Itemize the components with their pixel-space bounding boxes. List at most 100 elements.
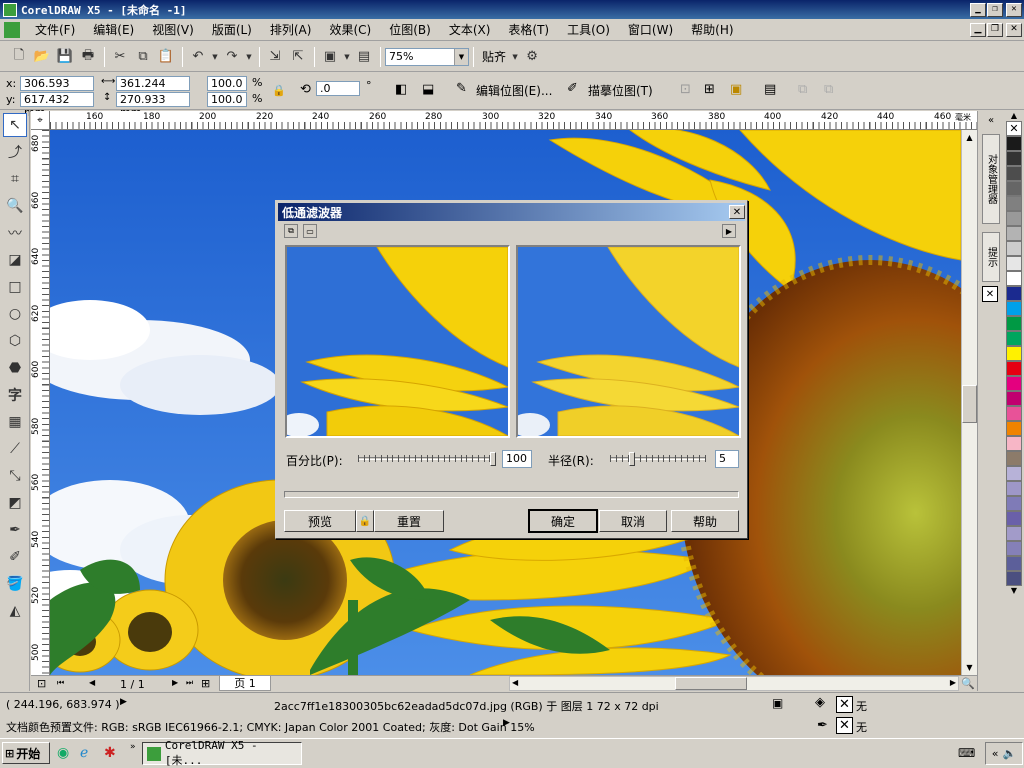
auto-preview-lock-icon[interactable]: 🔒	[356, 510, 374, 532]
scroll-down-icon[interactable]: ▼	[962, 660, 977, 675]
menu-bitmaps[interactable]: 位图(B)	[380, 21, 440, 38]
color-swatch[interactable]	[1006, 451, 1022, 466]
doc-close-button[interactable]: ✕	[1006, 22, 1022, 37]
paste-icon[interactable]: 📋	[155, 46, 177, 68]
table-tool-icon[interactable]: ▦	[3, 410, 27, 434]
navigator-zoom-icon[interactable]: 🔍	[961, 677, 975, 690]
blend-tool-icon[interactable]: ◩	[3, 491, 27, 515]
radius-slider[interactable]	[610, 452, 706, 466]
close-docker-icon[interactable]: ✕	[982, 286, 998, 302]
quicklaunch-icon[interactable]: ✱	[104, 745, 116, 761]
redo-icon[interactable]: ↷	[221, 46, 243, 68]
color-swatch[interactable]	[1006, 511, 1022, 526]
color-swatch[interactable]	[1006, 181, 1022, 196]
zoom-tool-icon[interactable]: 🔍	[3, 194, 27, 218]
crop-tool-icon[interactable]: ⌗	[3, 167, 27, 191]
welcome-screen-icon[interactable]: ▤	[353, 46, 375, 68]
mirror-horizontal-icon[interactable]: ◧	[395, 82, 407, 97]
doc-restore-button[interactable]: ❐	[987, 22, 1003, 37]
y-position-field[interactable]: 617.432 mm	[20, 92, 94, 119]
color-swatch[interactable]	[1006, 376, 1022, 391]
percent-slider[interactable]	[358, 452, 496, 466]
hints-tab[interactable]: 提示	[982, 232, 1000, 282]
trace-bitmap-icon[interactable]: ✐	[567, 81, 578, 96]
radius-slider-thumb[interactable]	[629, 452, 635, 466]
height-field[interactable]: 270.933 mm	[116, 92, 190, 119]
speaker-icon[interactable]: 🔈	[1003, 747, 1017, 760]
menu-tools[interactable]: 工具(O)	[558, 21, 619, 38]
color-swatch[interactable]	[1006, 496, 1022, 511]
color-swatch[interactable]	[1006, 256, 1022, 271]
vertical-ruler[interactable]: 680 660 640 620 600 580 560 540 520 500	[31, 130, 50, 675]
edit-bitmap-button[interactable]: 编辑位图(E)...	[476, 82, 552, 99]
color-swatch[interactable]	[1006, 421, 1022, 436]
edit-bitmap-icon[interactable]: ✎	[456, 81, 467, 96]
menu-arrange[interactable]: 排列(A)	[261, 21, 321, 38]
color-swatch[interactable]	[1006, 571, 1022, 586]
close-button[interactable]: ✕	[1006, 2, 1022, 17]
redo-dropdown-icon[interactable]: ▼	[244, 46, 254, 68]
rotation-field[interactable]: .0	[316, 81, 360, 96]
expand-arrow-icon[interactable]: ▶	[722, 224, 736, 238]
interactive-fill-icon[interactable]: ◭	[3, 599, 27, 623]
rectangle-tool-icon[interactable]: □	[3, 275, 27, 299]
copy-icon[interactable]: ⧉	[132, 46, 154, 68]
color-swatch[interactable]	[1006, 196, 1022, 211]
last-page-icon[interactable]: ⏭	[186, 678, 193, 688]
bitmap-color-mask-icon[interactable]: ▣	[730, 82, 742, 97]
percent-input[interactable]: 100	[502, 450, 532, 468]
color-swatch[interactable]	[1006, 436, 1022, 451]
zoom-combo[interactable]: 75% ▼	[385, 47, 469, 66]
color-swatch[interactable]	[1006, 541, 1022, 556]
menu-edit[interactable]: 编辑(E)	[84, 21, 143, 38]
page-sorter-icon[interactable]: ⊡	[37, 677, 46, 690]
taskbar-coreldraw-button[interactable]: CorelDRAW X5 - [未...	[142, 739, 302, 767]
restore-button[interactable]: ❐	[987, 2, 1003, 17]
color-swatch[interactable]	[1006, 556, 1022, 571]
wrap-text-icon[interactable]: ▤	[764, 82, 776, 97]
scroll-right-icon[interactable]: ▶	[950, 678, 956, 687]
keyboard-icon[interactable]: ⌨	[958, 746, 975, 760]
x-position-field[interactable]: 306.593 mm	[20, 76, 94, 103]
color-swatch[interactable]	[1006, 241, 1022, 256]
document-icon[interactable]	[4, 21, 20, 38]
new-document-icon[interactable]: 🗋	[8, 46, 30, 68]
scroll-up-icon[interactable]: ▲	[962, 130, 977, 145]
width-field[interactable]: 361.244 mm	[116, 76, 190, 103]
freehand-tool-icon[interactable]: 〰	[3, 221, 27, 245]
color-swatch[interactable]	[1006, 406, 1022, 421]
mirror-vertical-icon[interactable]: ⬓	[422, 82, 434, 97]
menu-text[interactable]: 文本(X)	[440, 21, 500, 38]
cancel-button[interactable]: 取消	[599, 510, 667, 532]
scale-y-field[interactable]: 100.0	[207, 92, 247, 107]
print-icon[interactable]: 🖶	[77, 46, 99, 68]
color-swatch[interactable]	[1006, 151, 1022, 166]
object-manager-tab[interactable]: 对象管理器	[982, 134, 1000, 224]
color-swatch[interactable]	[1006, 526, 1022, 541]
menu-help[interactable]: 帮助(H)	[682, 21, 742, 38]
color-swatch[interactable]	[1006, 271, 1022, 286]
horizontal-scroll-thumb[interactable]	[675, 677, 747, 690]
snap-dropdown-icon[interactable]: ▼	[510, 46, 520, 68]
palette-scroll-down-icon[interactable]: ▼	[1004, 586, 1024, 595]
page-tab[interactable]: 页 1	[219, 676, 271, 691]
launcher-dropdown-icon[interactable]: ▼	[342, 46, 352, 68]
dimension-tool-icon[interactable]: ⟋	[3, 437, 27, 461]
undo-icon[interactable]: ↶	[187, 46, 209, 68]
open-folder-icon[interactable]: 📂	[31, 46, 53, 68]
horizontal-ruler[interactable]: 160 180 200 220 240 260 280 300 320 340 …	[50, 111, 977, 130]
scale-x-field[interactable]: 100.0	[207, 76, 247, 91]
smart-fill-icon[interactable]: ◪	[3, 248, 27, 272]
options-icon[interactable]: ⚙	[521, 46, 543, 68]
eyedropper-tool-icon[interactable]: ✒	[3, 518, 27, 542]
color-swatch[interactable]	[1006, 361, 1022, 376]
outline-none-swatch[interactable]: ✕	[836, 717, 853, 734]
color-swatch[interactable]	[1006, 481, 1022, 496]
ie-icon[interactable]: ℯ	[80, 745, 88, 761]
help-button[interactable]: 帮助	[671, 510, 739, 532]
one-window-preview-icon[interactable]: ▭	[303, 224, 317, 238]
first-page-icon[interactable]: ⏮	[57, 678, 64, 688]
add-page-icon[interactable]: ⊞	[201, 677, 210, 690]
application-launcher-icon[interactable]: ▣	[319, 46, 341, 68]
no-color-swatch[interactable]: ✕	[1006, 121, 1022, 136]
